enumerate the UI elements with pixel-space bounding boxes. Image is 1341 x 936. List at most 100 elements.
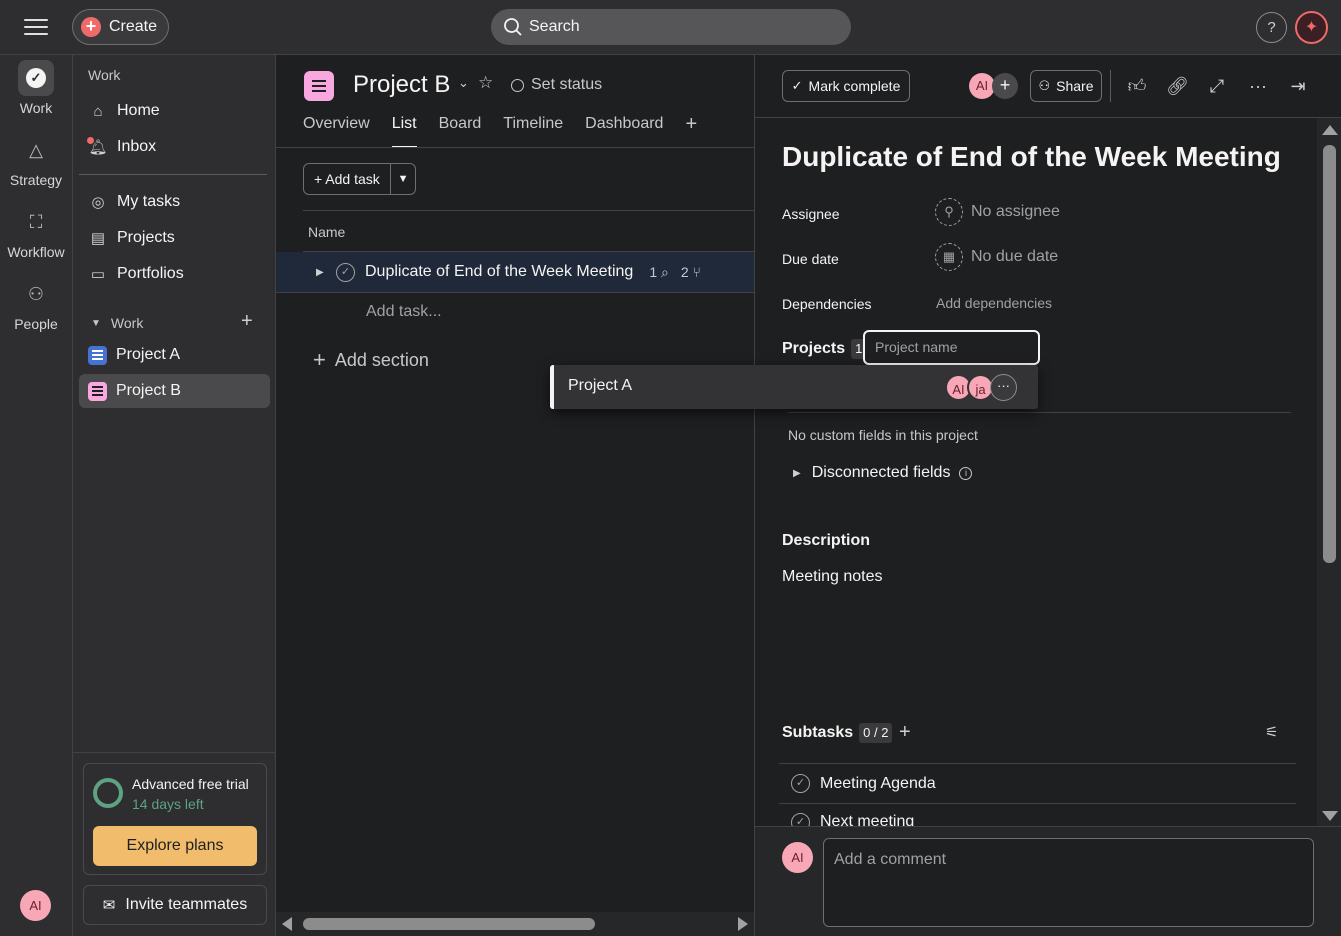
tab-board[interactable]: Board [439,115,482,148]
check-circle-icon: ◎ [91,194,105,211]
list-item[interactable]: ✓ Meeting Agenda [779,763,1296,803]
list-item[interactable]: ✓ Next meeting [779,803,1296,826]
description-text[interactable]: Meeting notes [782,568,883,586]
sidebar-item-inbox[interactable]: 🔔︎ Inbox [79,130,270,164]
complete-check-icon[interactable]: ✓ [791,774,810,793]
sidebar-item-my-tasks[interactable]: ◎ My tasks [79,185,270,219]
expand-icon[interactable]: ⤢ [1206,75,1228,97]
column-header-name[interactable]: Name [303,210,754,252]
mark-complete-button[interactable]: ✓ Mark complete [782,70,910,102]
triangle-icon: △ [29,139,43,160]
explore-plans-button[interactable]: Explore plans [93,826,257,866]
clipboard-icon: ▤ [90,230,106,247]
sidebar-item-project-a[interactable]: Project A [79,338,270,372]
search-input[interactable]: Search [491,9,851,45]
work-section-toggle[interactable]: ▼ Work [91,315,143,331]
add-subtask-button[interactable]: + [899,721,911,744]
add-task-button[interactable]: + Add task ▼ [303,163,416,195]
ai-sparkle-button[interactable]: ✦ [1295,11,1328,44]
link-icon[interactable]: 🔗︎ [1166,75,1189,97]
disconnected-fields-toggle[interactable]: ▶ Disconnected fields i [793,464,973,482]
invite-teammates-button[interactable]: ✉ Invite teammates [83,885,267,925]
table-row[interactable]: ▶ ✓ Duplicate of End of the Week Meeting… [276,252,754,293]
project-name-input[interactable]: Project name [863,330,1040,365]
sidebar-item-label: Project A [116,346,181,363]
star-icon[interactable]: ☆ [478,73,493,93]
divider [79,174,267,175]
horizontal-scrollbar[interactable] [276,912,754,936]
vertical-scrollbar[interactable] [1317,118,1341,828]
tab-list[interactable]: List [391,115,417,148]
create-button[interactable]: + Create [72,9,169,45]
assignee-field[interactable]: ⚲ No assignee [935,198,1060,226]
tab-dashboard[interactable]: Dashboard [585,115,663,148]
avatar[interactable]: AI [20,890,51,921]
add-tab-button[interactable]: + [685,113,697,146]
task-name[interactable]: Duplicate of End of the Week Meeting [365,263,633,281]
chevron-down-icon[interactable]: ▼ [391,173,415,185]
sidebar-item-project-b[interactable]: Project B [79,374,270,408]
sidebar-heading: Work [88,67,121,83]
check-circle-icon: ✓ [18,60,54,96]
sidebar-item-label: My tasks [117,193,181,210]
add-dependencies-button[interactable]: Add dependencies [936,295,1052,311]
close-panel-icon[interactable]: ⇥ [1287,75,1309,97]
expand-triangle-icon[interactable]: ▶ [316,267,336,278]
complete-check-icon[interactable]: ✓ [336,262,355,282]
due-date-label: Due date [782,251,839,267]
scroll-down-arrow-icon[interactable] [1322,811,1338,821]
subtask-name[interactable]: Meeting Agenda [820,775,936,793]
comment-input[interactable]: Add a comment [823,838,1314,927]
sidebar-item-projects[interactable]: ▤ Projects [79,221,270,255]
tab-overview[interactable]: Overview [303,115,370,148]
home-icon: ⌂ [93,102,103,120]
more-members-icon[interactable]: ··· [990,374,1017,401]
work-section-label: Work [110,315,144,331]
rail-item-people[interactable]: ⚇ People [0,276,72,333]
scrollbar-thumb[interactable] [1323,145,1336,563]
folder-icon: ▭ [90,266,106,283]
search-placeholder: Search [529,18,580,35]
task-title[interactable]: Duplicate of End of the Week Meeting [782,141,1281,173]
comment-area: AI Add a comment [755,826,1341,936]
help-button[interactable]: ? [1256,12,1287,43]
add-collaborator-button[interactable]: + [992,73,1018,99]
due-date-field[interactable]: ▦ No due date [935,243,1058,271]
rail-item-strategy[interactable]: △ Strategy [0,132,72,189]
scroll-left-arrow-icon[interactable] [282,917,292,931]
add-section-button[interactable]: + Add section [313,347,429,373]
bell-icon: 🔔︎ [87,137,108,156]
chevron-down-icon[interactable]: ⌄ [458,75,469,91]
scroll-up-arrow-icon[interactable] [1322,125,1338,135]
plus-icon: + [313,347,326,372]
project-option-label[interactable]: Project A [568,377,632,395]
divider [788,412,1291,413]
subtasks-count: 0 / 2 [859,723,893,743]
add-project-button[interactable]: + [241,310,253,333]
subtask-options-icon[interactable]: ⚟ [1265,723,1278,741]
add-task-inline[interactable]: Add task... [366,303,442,321]
subtask-name[interactable]: Next meeting [820,813,914,826]
more-options-icon[interactable]: ··· [1247,75,1269,97]
scroll-right-arrow-icon[interactable] [738,917,748,931]
left-rail: ✓ Work △ Strategy ⛶ Workflow ⚇ People AI [0,55,72,936]
complete-check-icon[interactable]: ✓ [791,813,810,826]
menu-icon[interactable] [24,16,48,38]
tab-timeline[interactable]: Timeline [503,115,563,148]
project-list-icon [304,71,334,101]
sidebar-item-home[interactable]: ⌂ Home [79,94,270,128]
project-suggestion-dropdown[interactable]: Project A AI ja ··· [550,365,1038,409]
scrollbar-thumb[interactable] [303,918,595,930]
set-status-button[interactable]: Set status [511,76,602,94]
share-button[interactable]: ⚇ Share [1030,70,1102,102]
rail-item-work[interactable]: ✓ Work [0,60,72,116]
thumbs-up-icon[interactable]: 👍︎ [1126,75,1148,97]
set-status-label: Set status [531,76,603,93]
main-panel: Project B ⌄ ☆ Set status Overview List B… [276,55,754,936]
rail-item-workflow[interactable]: ⛶ Workflow [0,204,72,261]
rail-label: Strategy [9,172,63,188]
paperclip-icon: ⌕ [661,263,669,280]
subtasks-label: Subtasks 0 / 2 [782,723,893,743]
sidebar-item-portfolios[interactable]: ▭ Portfolios [79,257,270,291]
info-icon[interactable]: i [959,466,973,480]
